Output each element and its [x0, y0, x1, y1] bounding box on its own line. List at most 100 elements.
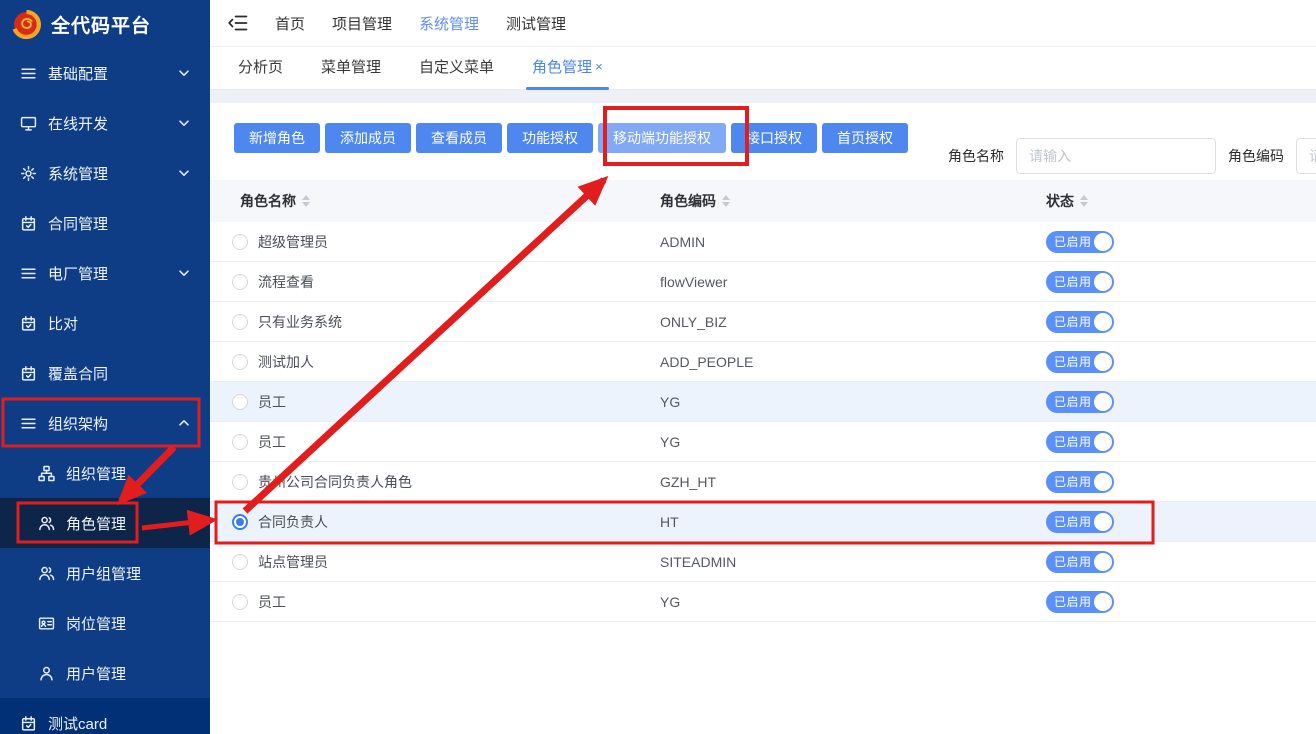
row-radio[interactable] — [232, 234, 248, 250]
add-role-button[interactable]: 新增角色 — [234, 123, 320, 153]
role-name: 员工 — [258, 432, 286, 452]
table-row[interactable]: 流程查看flowViewer已启用 — [210, 262, 1316, 302]
sidebar-item-label: 组织管理 — [66, 463, 126, 484]
sidebar-item-compare[interactable]: 比对 — [0, 298, 210, 348]
function-auth-button[interactable]: 功能授权 — [507, 123, 593, 153]
menu-lines-icon — [20, 415, 37, 432]
topnav-item-system-mgmt[interactable]: 系统管理 — [419, 13, 479, 34]
tab-label: 分析页 — [238, 56, 283, 77]
close-icon[interactable]: × — [595, 60, 603, 73]
role-name-filter-label: 角色名称 — [948, 146, 1004, 166]
sidebar-item-user-group-mgmt[interactable]: 用户组管理 — [0, 548, 210, 598]
sort-carets-icon — [302, 195, 310, 207]
sidebar-item-label: 岗位管理 — [66, 613, 126, 634]
api-auth-button[interactable]: 接口授权 — [731, 123, 817, 153]
tab-custom-menu[interactable]: 自定义菜单 — [413, 56, 500, 89]
row-radio[interactable] — [232, 514, 248, 530]
role-name-filter-input[interactable] — [1016, 138, 1216, 174]
sidebar-item-system-mgmt[interactable]: 系统管理 — [0, 148, 210, 198]
table-row[interactable]: 测试加人ADD_PEOPLE已启用 — [210, 342, 1316, 382]
sidebar-item-contract-mgmt[interactable]: 合同管理 — [0, 198, 210, 248]
status-toggle[interactable]: 已启用 — [1046, 431, 1114, 453]
topnav-item-project-mgmt[interactable]: 项目管理 — [332, 13, 392, 34]
status-toggle[interactable]: 已启用 — [1046, 311, 1114, 333]
sidebar-item-plant-mgmt[interactable]: 电厂管理 — [0, 248, 210, 298]
sort-carets-icon — [722, 195, 730, 207]
table-row[interactable]: 站点管理员SITEADMIN已启用 — [210, 542, 1316, 582]
sidebar-item-label: 用户管理 — [66, 663, 126, 684]
sidebar-item-online-dev[interactable]: 在线开发 — [0, 98, 210, 148]
role-code-filter-label: 角色编码 — [1228, 146, 1284, 166]
sidebar-item-org-structure[interactable]: 组织架构 — [0, 398, 210, 448]
role-name-cell: 流程查看 — [210, 272, 660, 292]
tab-analysis-page[interactable]: 分析页 — [232, 56, 289, 89]
view-members-button[interactable]: 查看成员 — [416, 123, 502, 153]
sidebar-item-cover-contract[interactable]: 覆盖合同 — [0, 348, 210, 398]
role-code: ADMIN — [660, 234, 1046, 250]
status-toggle[interactable]: 已启用 — [1046, 511, 1114, 533]
tab-menu-mgmt[interactable]: 菜单管理 — [315, 56, 387, 89]
sidebar-item-basic-config[interactable]: 基础配置 — [0, 48, 210, 98]
tab-label: 菜单管理 — [321, 56, 381, 77]
role-name-cell: 超级管理员 — [210, 232, 660, 252]
sidebar-item-label: 用户组管理 — [66, 563, 141, 584]
table-row[interactable]: 员工YG已启用 — [210, 582, 1316, 622]
sidebar-item-role-mgmt[interactable]: 角色管理 — [0, 498, 210, 548]
column-header-name[interactable]: 角色名称 — [210, 191, 660, 211]
table-header: 角色名称角色编码 状态 — [210, 180, 1316, 222]
sort-carets-icon — [1080, 195, 1088, 207]
status-toggle[interactable]: 已启用 — [1046, 591, 1114, 613]
status-badge: 已启用 — [1054, 473, 1092, 490]
sidebar-menu: 基础配置在线开发系统管理合同管理电厂管理比对覆盖合同组织架构组织管理角色管理用户… — [0, 48, 210, 734]
brand-logo-icon — [11, 9, 42, 40]
tab-role-mgmt[interactable]: 角色管理× — [526, 56, 609, 89]
role-name-cell: 员工 — [210, 392, 660, 412]
row-radio[interactable] — [232, 474, 248, 490]
role-name: 只有业务系统 — [258, 312, 342, 332]
table-body: 超级管理员ADMIN已启用流程查看flowViewer已启用只有业务系统ONLY… — [210, 222, 1316, 622]
status-cell: 已启用 — [1046, 311, 1316, 333]
sidebar-item-post-mgmt[interactable]: 岗位管理 — [0, 598, 210, 648]
row-radio[interactable] — [232, 554, 248, 570]
table-row[interactable]: 员工YG已启用 — [210, 382, 1316, 422]
table-row[interactable]: 只有业务系统 ONLY_BIZ已启用 — [210, 302, 1316, 342]
sidebar-item-user-mgmt[interactable]: 用户管理 — [0, 648, 210, 698]
row-radio[interactable] — [232, 354, 248, 370]
role-name-cell: 只有业务系统 — [210, 312, 660, 332]
status-toggle[interactable]: 已启用 — [1046, 471, 1114, 493]
topnav-items: 首页 项目管理 系统管理 测试管理 — [275, 13, 566, 34]
row-radio[interactable] — [232, 434, 248, 450]
sidebar-item-org-mgmt[interactable]: 组织管理 — [0, 448, 210, 498]
status-toggle[interactable]: 已启用 — [1046, 271, 1114, 293]
topnav-item-test-mgmt[interactable]: 测试管理 — [506, 13, 566, 34]
mobile-function-auth-button[interactable]: 移动端功能授权 — [598, 123, 726, 153]
role-code-filter-input[interactable] — [1296, 138, 1316, 174]
sidebar-item-label: 合同管理 — [48, 213, 108, 234]
column-header-label: 角色编码 — [660, 191, 716, 211]
row-radio[interactable] — [232, 394, 248, 410]
status-toggle[interactable]: 已启用 — [1046, 551, 1114, 573]
column-header-status[interactable]: 状态 — [1046, 191, 1316, 211]
table-row[interactable]: 超级管理员ADMIN已启用 — [210, 222, 1316, 262]
sidebar-item-test-card[interactable]: 测试card — [0, 698, 210, 734]
collapse-menu-icon[interactable] — [228, 14, 248, 32]
chevron-down-icon — [178, 67, 190, 79]
table-row[interactable]: 合同负责人HT已启用 — [210, 502, 1316, 542]
monitor-icon — [20, 115, 37, 132]
table-row[interactable]: 员工YG已启用 — [210, 422, 1316, 462]
add-member-button[interactable]: 添加成员 — [325, 123, 411, 153]
status-cell: 已启用 — [1046, 551, 1316, 573]
topnav-item-home[interactable]: 首页 — [275, 13, 305, 34]
row-radio[interactable] — [232, 314, 248, 330]
table-row[interactable]: 贵州公司合同负责人角色GZH_HT已启用 — [210, 462, 1316, 502]
row-radio[interactable] — [232, 594, 248, 610]
column-header-code[interactable]: 角色编码 — [660, 191, 1046, 211]
row-radio[interactable] — [232, 274, 248, 290]
role-code: ONLY_BIZ — [660, 314, 1046, 330]
homepage-auth-button[interactable]: 首页授权 — [822, 123, 908, 153]
status-toggle[interactable]: 已启用 — [1046, 391, 1114, 413]
status-toggle[interactable]: 已启用 — [1046, 231, 1114, 253]
org-chart-icon — [38, 465, 55, 482]
status-toggle[interactable]: 已启用 — [1046, 351, 1114, 373]
role-name: 合同负责人 — [258, 512, 328, 532]
